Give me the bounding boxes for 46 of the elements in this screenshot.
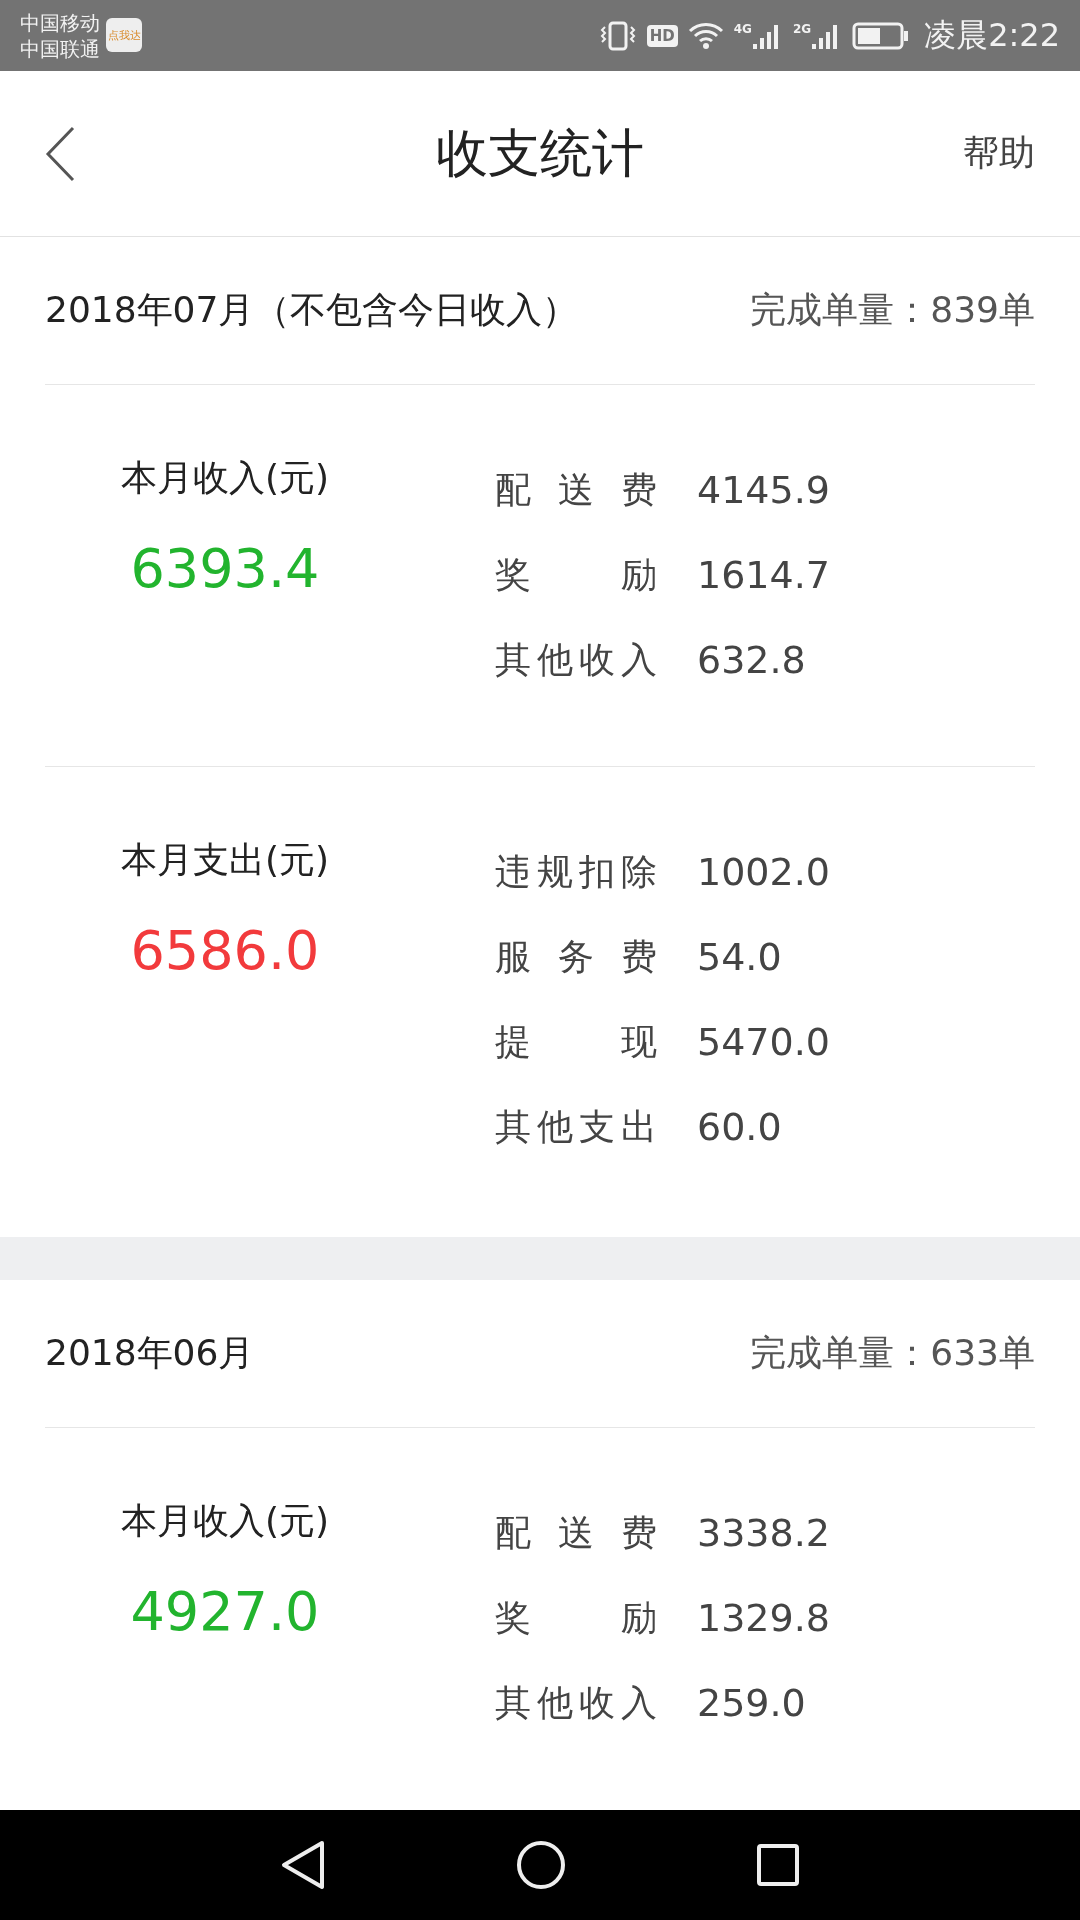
carrier-name: 中国联通: [20, 35, 100, 62]
item-value: 1329.8: [697, 1595, 830, 1640]
item-label: 配送费: [495, 1510, 657, 1555]
item-value: 4145.9: [697, 467, 830, 512]
item-value: 60.0: [697, 1104, 782, 1149]
item-label: 奖励: [495, 552, 657, 597]
app-icon: 点我达: [106, 18, 142, 52]
page-title: 收支统计: [436, 122, 644, 183]
vibrate-icon: [598, 20, 637, 51]
item-value: 5470.0: [697, 1019, 830, 1064]
item-value: 259.0: [697, 1680, 806, 1725]
item-label: 配送费: [495, 467, 657, 512]
wifi-icon: [687, 21, 724, 50]
item-value: 1614.7: [697, 552, 830, 597]
item-label: 奖励: [495, 1595, 657, 1640]
home-icon[interactable]: [516, 1840, 566, 1890]
item-label: 其他支出: [495, 1104, 657, 1149]
summary-label: 本月收入(元): [120, 456, 330, 500]
battery-icon: [852, 21, 911, 50]
network-type: 2G: [792, 21, 812, 36]
carrier-name: 中国移动: [20, 9, 100, 36]
item-label: 提现: [495, 1019, 657, 1064]
order-count: 完成单量：839单: [750, 288, 1035, 332]
network-type: 4G: [733, 21, 752, 36]
summary-total: 6393.4: [130, 539, 320, 599]
item-label: 其他收入: [495, 637, 657, 682]
item-value: 1002.0: [697, 849, 830, 894]
summary-total: 6586.0: [130, 921, 320, 981]
help-link[interactable]: 帮助: [963, 129, 1035, 178]
back-icon[interactable]: [280, 1840, 326, 1890]
item-value: 632.8: [697, 637, 806, 682]
order-count: 完成单量：633单: [750, 1331, 1035, 1375]
summary-label: 本月收入(元): [120, 1499, 330, 1543]
item-label: 违规扣除: [495, 849, 657, 894]
item-value: 54.0: [697, 934, 782, 979]
item-label: 服务费: [495, 934, 657, 979]
item-label: 其他收入: [495, 1680, 657, 1725]
clock-time: 凌晨2:22: [924, 14, 1060, 56]
hd-badge: HD: [646, 24, 678, 47]
month-title: 2018年06月: [45, 1331, 255, 1375]
summary-total: 4927.0: [130, 1582, 320, 1642]
recent-apps-icon[interactable]: [756, 1843, 800, 1887]
item-value: 3338.2: [697, 1510, 830, 1555]
month-title: 2018年07月（不包含今日收入）: [45, 288, 579, 332]
summary-label: 本月支出(元): [120, 838, 330, 882]
back-icon[interactable]: [45, 125, 75, 182]
